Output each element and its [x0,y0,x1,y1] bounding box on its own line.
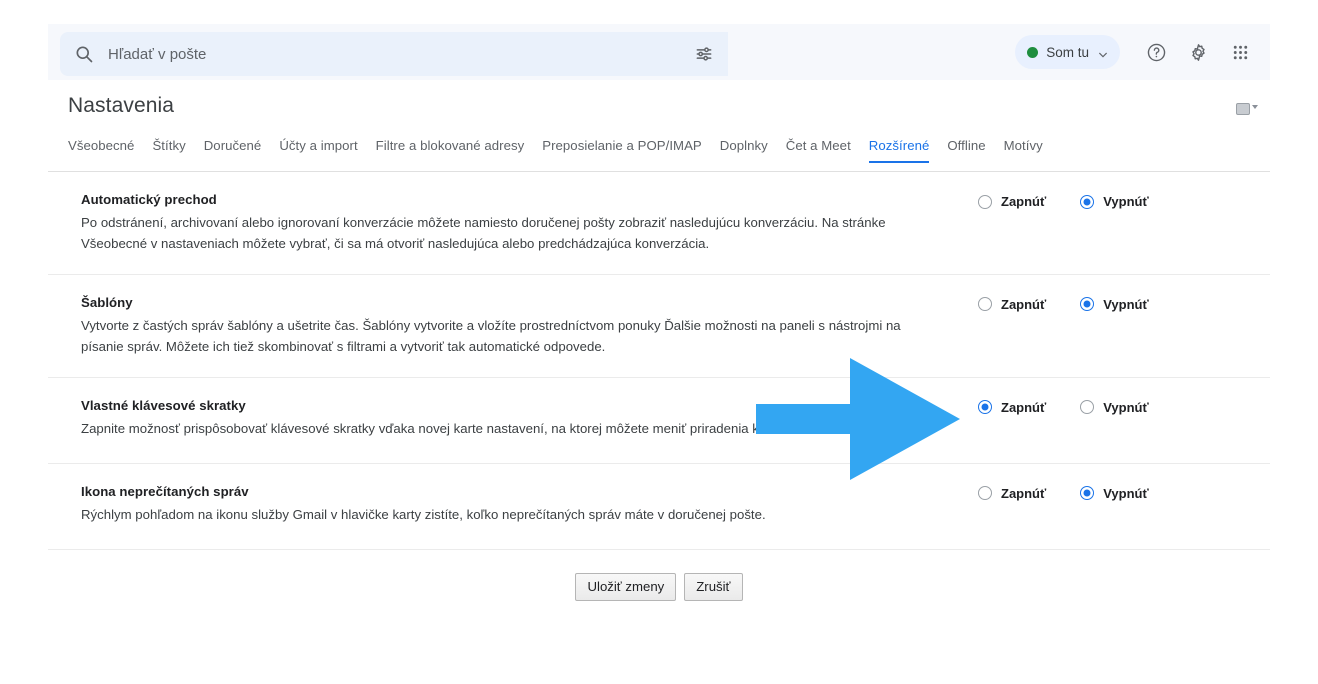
settings-content-card: Nastavenia VšeobecnéŠtítkyDoručenéÚčty a… [48,80,1270,570]
settings-row-controls: Zapnúť Vypnúť [978,194,1149,209]
settings-rows: Automatický prechod Po odstránení, archiv… [48,172,1270,601]
settings-row-title: Vlastné klávesové skratky [81,398,908,413]
radio-off-label: Vypnúť [1103,297,1148,312]
top-header-bar: Som tu [48,24,1270,80]
radio-option-off[interactable]: Vypnúť [1080,297,1148,312]
settings-row-title: Ikona neprečítaných správ [81,484,908,499]
radio-option-on[interactable]: Zapnúť [978,297,1046,312]
radio-off-icon[interactable] [1080,400,1094,414]
radio-off-icon[interactable] [1080,195,1094,209]
tab-item-5[interactable]: Preposielanie a POP/IMAP [533,138,711,163]
settings-row-description: Zapnite možnosť prispôsobovať klávesové … [81,418,908,439]
settings-row-title: Automatický prechod [81,192,908,207]
radio-off-label: Vypnúť [1103,194,1148,209]
apps-grid-icon[interactable] [1220,32,1260,72]
keyboard-glyph [1236,103,1250,115]
settings-row-text: Ikona neprečítaných správ Rýchlym pohľado… [48,484,908,525]
search-icon [74,44,94,64]
settings-row-text: Automatický prechod Po odstránení, archiv… [48,192,908,255]
settings-row-text: Vlastné klávesové skratky Zapnite možnosť… [48,398,908,439]
radio-option-off[interactable]: Vypnúť [1080,400,1148,415]
settings-row-title: Šablóny [81,295,908,310]
radio-option-on[interactable]: Zapnúť [978,400,1046,415]
search-input[interactable] [108,46,578,63]
radio-off-icon[interactable] [1080,486,1094,500]
settings-row: Šablóny Vytvorte z častých správ šablóny … [48,275,1270,378]
status-chip[interactable]: Som tu [1015,35,1120,69]
radio-off-icon[interactable] [1080,297,1094,311]
settings-row-description: Po odstránení, archivovaní alebo ignorov… [81,212,908,255]
radio-option-off[interactable]: Vypnúť [1080,194,1148,209]
settings-row-description: Vytvorte z častých správ šablóny a ušetr… [81,315,908,358]
tune-icon[interactable] [694,44,714,64]
tab-item-1[interactable]: Štítky [143,138,194,163]
status-label: Som tu [1046,45,1089,60]
gear-icon[interactable] [1178,32,1218,72]
gmail-settings-screen: Som tu [0,0,1318,684]
page-title: Nastavenia [68,94,174,118]
radio-option-off[interactable]: Vypnúť [1080,486,1148,501]
settings-row-controls: Zapnúť Vypnúť [978,297,1149,312]
settings-row-controls: Zapnúť Vypnúť [978,486,1149,501]
radio-on-label: Zapnúť [1001,400,1046,415]
caret-glyph [1252,105,1258,109]
radio-on-label: Zapnúť [1001,486,1046,501]
tab-item-9[interactable]: Offline [938,138,994,163]
settings-row: Ikona neprečítaných správ Rýchlym pohľado… [48,464,1270,550]
settings-row: Automatický prechod Po odstránení, archiv… [48,172,1270,275]
tab-item-3[interactable]: Účty a import [270,138,366,163]
settings-footer: Uložiť zmeny Zrušiť [48,550,1270,602]
tab-item-2[interactable]: Doručené [195,138,271,163]
settings-row-description: Rýchlym pohľadom na ikonu služby Gmail v… [81,504,908,525]
help-icon[interactable] [1136,32,1176,72]
save-button[interactable]: Uložiť zmeny [575,573,676,602]
settings-row-controls: Zapnúť Vypnúť [978,400,1149,415]
tab-item-7[interactable]: Čet a Meet [777,138,860,163]
tab-item-6[interactable]: Doplnky [711,138,777,163]
radio-option-on[interactable]: Zapnúť [978,486,1046,501]
settings-row-text: Šablóny Vytvorte z častých správ šablóny … [48,295,908,358]
settings-row: Vlastné klávesové skratky Zapnite možnosť… [48,378,1270,464]
radio-on-label: Zapnúť [1001,194,1046,209]
radio-on-label: Zapnúť [1001,297,1046,312]
radio-off-label: Vypnúť [1103,486,1148,501]
radio-on-icon[interactable] [978,297,992,311]
radio-off-label: Vypnúť [1103,400,1148,415]
tab-active-8[interactable]: Rozšírené [860,138,939,163]
status-dot-icon [1027,47,1038,58]
radio-option-on[interactable]: Zapnúť [978,194,1046,209]
chevron-down-icon [1098,47,1108,57]
radio-on-icon[interactable] [978,400,992,414]
tab-item-0[interactable]: Všeobecné [68,138,143,163]
settings-tabs: VšeobecnéŠtítkyDoručenéÚčty a importFilt… [68,138,1250,171]
header-right-actions: Som tu [1015,24,1260,80]
search-box[interactable] [60,32,728,76]
tab-item-4[interactable]: Filtre a blokované adresy [367,138,534,163]
radio-on-icon[interactable] [978,195,992,209]
tab-item-10[interactable]: Motívy [995,138,1052,163]
radio-on-icon[interactable] [978,486,992,500]
cancel-button[interactable]: Zrušiť [684,573,742,602]
keyboard-icon[interactable] [1236,102,1258,115]
